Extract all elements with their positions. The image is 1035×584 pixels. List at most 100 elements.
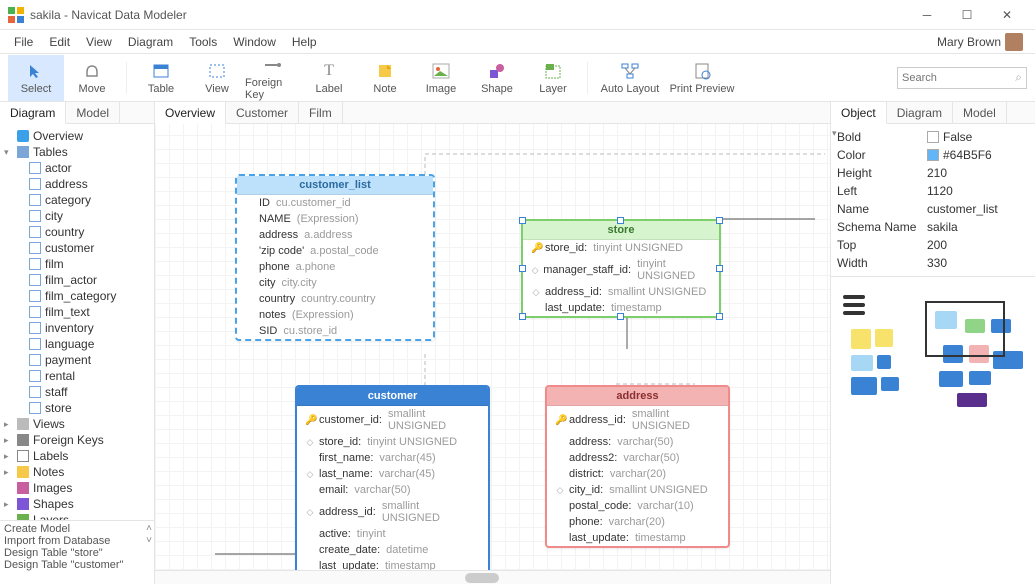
property-value[interactable]: 1120: [927, 184, 1029, 198]
field-row[interactable]: last_update:timestamp: [297, 558, 488, 570]
search-input[interactable]: ⌕: [897, 67, 1027, 89]
field-row[interactable]: address:varchar(50): [547, 434, 728, 450]
tree-node-notes[interactable]: ▸Notes: [2, 464, 150, 480]
expander-icon[interactable]: ▸: [4, 451, 13, 462]
property-row[interactable]: BoldFalse: [837, 128, 1029, 146]
field-row[interactable]: last_update:timestamp: [547, 530, 728, 546]
minimize-button[interactable]: ─: [907, 0, 947, 30]
tool-layer[interactable]: Layer: [525, 55, 581, 101]
menu-edit[interactable]: Edit: [41, 32, 78, 52]
tree-node-overview[interactable]: Overview: [2, 128, 150, 144]
field-row[interactable]: notes(Expression): [237, 307, 433, 323]
history-item[interactable]: Create Model: [4, 523, 150, 535]
field-row[interactable]: countrycountry.country: [237, 291, 433, 307]
menu-file[interactable]: File: [6, 32, 41, 52]
tool-select[interactable]: Select: [8, 55, 64, 101]
tool-auto-layout[interactable]: Auto Layout: [594, 55, 666, 101]
field-row[interactable]: phonea.phone: [237, 259, 433, 275]
property-value[interactable]: 200: [927, 238, 1029, 252]
field-row[interactable]: phone:varchar(20): [547, 514, 728, 530]
canvas-tab-film[interactable]: Film: [299, 102, 343, 123]
field-row[interactable]: 🔑address_id:smallint UNSIGNED: [547, 406, 728, 434]
tree-node-staff[interactable]: staff: [2, 384, 150, 400]
field-row[interactable]: NAME(Expression): [237, 211, 433, 227]
property-value[interactable]: 210: [927, 166, 1029, 180]
canvas-tab-overview[interactable]: Overview: [155, 102, 226, 124]
field-row[interactable]: first_name:varchar(45): [297, 450, 488, 466]
tree-node-tables[interactable]: ▾Tables: [2, 144, 150, 160]
expander-icon[interactable]: ▾: [4, 147, 13, 158]
tree-node-shapes[interactable]: ▸Shapes: [2, 496, 150, 512]
field-row[interactable]: address2:varchar(50): [547, 450, 728, 466]
tool-table[interactable]: Table: [133, 55, 189, 101]
resize-handle[interactable]: [617, 217, 624, 224]
tree-node-film_category[interactable]: film_category: [2, 288, 150, 304]
tree-node-labels[interactable]: ▸Labels: [2, 448, 150, 464]
entity-customer-list[interactable]: customer_list IDcu.customer_idNAME(Expre…: [235, 174, 435, 341]
tree-node-layers[interactable]: Layers: [2, 512, 150, 520]
menu-diagram[interactable]: Diagram: [120, 32, 181, 52]
tab-model[interactable]: Model: [66, 102, 120, 123]
menu-view[interactable]: View: [78, 32, 120, 52]
tree-node-images[interactable]: Images: [2, 480, 150, 496]
tab-object[interactable]: Object: [831, 102, 887, 124]
field-row[interactable]: district:varchar(20): [547, 466, 728, 482]
field-row[interactable]: ◇address_id:smallint UNSIGNED: [297, 498, 488, 526]
tree-node-country[interactable]: country: [2, 224, 150, 240]
property-row[interactable]: Color#64B5F6: [837, 146, 1029, 164]
tree-node-actor[interactable]: actor: [2, 160, 150, 176]
diagram-canvas[interactable]: customer_list IDcu.customer_idNAME(Expre…: [155, 124, 830, 570]
entity-store[interactable]: store 🔑store_id:tinyint UNSIGNED◇manager…: [521, 219, 721, 318]
expander-icon[interactable]: ▸: [4, 435, 13, 446]
menu-help[interactable]: Help: [284, 32, 325, 52]
field-row[interactable]: SIDcu.store_id: [237, 323, 433, 339]
horizontal-scrollbar[interactable]: [155, 570, 830, 584]
field-row[interactable]: 'zip code'a.postal_code: [237, 243, 433, 259]
tool-print-preview[interactable]: Print Preview: [666, 55, 738, 101]
history-item[interactable]: Design Table "store": [4, 547, 150, 559]
navigator-preview[interactable]: [831, 276, 1035, 584]
menu-tools[interactable]: Tools: [181, 32, 225, 52]
property-row[interactable]: Width330: [837, 254, 1029, 272]
tree-node-film_actor[interactable]: film_actor: [2, 272, 150, 288]
field-row[interactable]: ◇city_id:smallint UNSIGNED: [547, 482, 728, 498]
resize-handle[interactable]: [617, 313, 624, 320]
property-value[interactable]: False: [927, 130, 1029, 144]
close-button[interactable]: ✕: [987, 0, 1027, 30]
field-row[interactable]: email:varchar(50): [297, 482, 488, 498]
field-row[interactable]: ◇store_id:tinyint UNSIGNED: [297, 434, 488, 450]
current-user[interactable]: Mary Brown: [931, 33, 1029, 51]
tree-node-city[interactable]: city: [2, 208, 150, 224]
tree-node-payment[interactable]: payment: [2, 352, 150, 368]
resize-handle[interactable]: [716, 217, 723, 224]
history-item[interactable]: Import from Database: [4, 535, 150, 547]
property-row[interactable]: Top200: [837, 236, 1029, 254]
resize-handle[interactable]: [519, 313, 526, 320]
tab-diagram-props[interactable]: Diagram: [887, 102, 953, 123]
field-row[interactable]: active:tinyint: [297, 526, 488, 542]
viewport-indicator[interactable]: [925, 301, 1005, 357]
tool-shape[interactable]: Shape: [469, 55, 525, 101]
expander-icon[interactable]: ▾: [832, 128, 837, 139]
resize-handle[interactable]: [716, 265, 723, 272]
scroll-up-icon[interactable]: ˄: [146, 523, 152, 534]
tool-image[interactable]: Image: [413, 55, 469, 101]
tree-node-category[interactable]: category: [2, 192, 150, 208]
field-row[interactable]: postal_code:varchar(10): [547, 498, 728, 514]
expander-icon[interactable]: ▸: [4, 499, 13, 510]
property-row[interactable]: Height210: [837, 164, 1029, 182]
tree-node-film[interactable]: film: [2, 256, 150, 272]
property-row[interactable]: Schema Namesakila: [837, 218, 1029, 236]
field-row[interactable]: addressa.address: [237, 227, 433, 243]
expander-icon[interactable]: ▸: [4, 419, 13, 430]
scrollbar-thumb[interactable]: [465, 573, 499, 583]
tool-label[interactable]: TLabel: [301, 55, 357, 101]
search-field[interactable]: [902, 72, 1015, 84]
field-row[interactable]: ◇last_name:varchar(45): [297, 466, 488, 482]
tree-node-foreign-keys[interactable]: ▸Foreign Keys: [2, 432, 150, 448]
field-row[interactable]: create_date:datetime: [297, 542, 488, 558]
expander-icon[interactable]: ▸: [4, 467, 13, 478]
property-value[interactable]: 330: [927, 256, 1029, 270]
tree-node-customer[interactable]: customer: [2, 240, 150, 256]
tree-node-rental[interactable]: rental: [2, 368, 150, 384]
